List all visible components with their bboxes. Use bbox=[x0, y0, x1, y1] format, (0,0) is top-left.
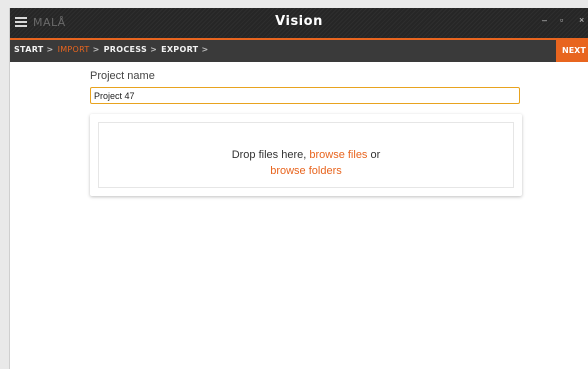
minimize-icon[interactable]: – bbox=[542, 15, 547, 25]
breadcrumb: START>IMPORT>PROCESS>EXPORT> NEXT » bbox=[10, 40, 588, 62]
breadcrumb-import[interactable]: IMPORT bbox=[58, 45, 90, 54]
drop-zone[interactable]: Drop files here, browse files or browse … bbox=[98, 122, 514, 188]
breadcrumb-separator: > bbox=[46, 45, 54, 54]
title-bar: MALÅ Vision – ▫ × bbox=[10, 8, 588, 40]
breadcrumb-steps: START > IMPORT > PROCESS > EXPORT > bbox=[14, 45, 212, 54]
next-button-label: NEXT bbox=[562, 46, 586, 55]
drop-card: Drop files here, browse files or browse … bbox=[90, 114, 522, 196]
project-name-input[interactable] bbox=[90, 87, 520, 104]
window-title: Vision bbox=[275, 14, 323, 29]
breadcrumb-process[interactable]: PROCESS bbox=[104, 45, 147, 54]
drop-files-text: Drop files here, bbox=[231, 149, 307, 161]
project-name-label: Project name bbox=[90, 70, 155, 82]
next-button[interactable]: NEXT » bbox=[556, 40, 588, 62]
breadcrumb-start[interactable]: START bbox=[14, 45, 44, 54]
browse-files-link[interactable]: browse files bbox=[309, 149, 367, 161]
or-text: or bbox=[370, 149, 381, 161]
drop-zone-text: Drop files here, browse files or browse … bbox=[99, 147, 513, 179]
maximize-icon[interactable]: ▫ bbox=[560, 15, 563, 25]
close-icon[interactable]: × bbox=[579, 15, 584, 25]
breadcrumb-separator: > bbox=[201, 45, 209, 54]
breadcrumb-separator: > bbox=[150, 45, 158, 54]
app-window: MALÅ Vision – ▫ × START > IMPORT > PROCESS > E… bbox=[10, 8, 588, 369]
breadcrumb-export[interactable]: EXPORT bbox=[161, 45, 198, 54]
breadcrumb-separator: > bbox=[92, 45, 100, 54]
browse-folders-link[interactable]: browse folders bbox=[270, 165, 342, 177]
